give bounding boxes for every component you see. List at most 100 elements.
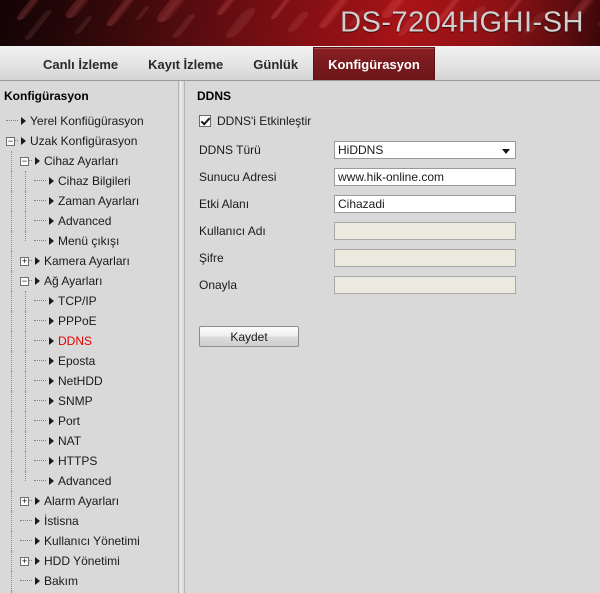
tree-node[interactable]: Advanced [0,471,178,491]
tab-4[interactable]: Konfigürasyon [313,47,435,80]
tree-node-label[interactable]: Advanced [58,214,111,228]
tab-2[interactable]: Kayıt İzleme [133,48,238,80]
expand-plus-icon[interactable]: + [20,556,29,566]
tree-node-label[interactable]: Cihaz Ayarları [44,154,118,168]
tree-node[interactable]: DDNS [0,331,178,351]
tree-node[interactable]: Eposta [0,351,178,371]
tree-guide-line [11,311,12,331]
tree-node-label[interactable]: NAT [58,434,81,448]
collapse-minus-icon[interactable]: − [20,276,29,286]
tree-connector [34,440,46,442]
form-row: Kullanıcı Adı [193,221,600,241]
tree-connector [29,260,32,262]
tree-connector [34,480,46,482]
ddns-type-select[interactable] [334,141,516,159]
tree-node-label[interactable]: HDD Yönetimi [44,554,120,568]
tree-node-label[interactable]: İstisna [44,514,79,528]
tree-node[interactable]: NAT [0,431,178,451]
tree-connector [34,220,46,222]
tree-node[interactable]: SNMP [0,391,178,411]
collapse-minus-icon[interactable]: − [6,136,15,146]
tree-guide-line [25,411,26,431]
tree-connector [15,140,18,142]
tree-connector [34,340,46,342]
tree-bullet-icon [49,337,54,346]
enable-ddns-checkbox[interactable] [199,115,211,127]
tree-bullet-icon [49,297,54,306]
tree-node-label[interactable]: Port [58,414,80,428]
expand-plus-icon[interactable]: + [20,496,29,506]
tab-1[interactable]: Canlı İzleme [28,48,133,80]
tree-node-label[interactable]: Cihaz Bilgileri [58,174,131,188]
tree-node[interactable]: Kullanıcı Yönetimi [0,531,178,551]
main-tab-bar: Canlı İzleme Kayıt İzleme Günlük Konfigüras… [0,46,600,81]
tab-label: Canlı İzleme [43,57,119,72]
tree-connector [34,400,46,402]
tree-node-label[interactable]: Menü çıkışı [58,234,119,248]
tree-node[interactable]: Cihaz Bilgileri [0,171,178,191]
tree-node[interactable]: Bakım [0,571,178,591]
tree-guide-line [11,331,12,351]
tree-node[interactable]: İstisna [0,511,178,531]
tree-connector [34,320,46,322]
tree-node[interactable]: Zaman Ayarları [0,191,178,211]
field-label: Şifre [199,251,224,265]
tree-guide-line [11,531,12,551]
tree-guide-line [11,291,12,311]
tree-node[interactable]: Menü çıkışı [0,231,178,251]
tree-node[interactable]: HTTPS [0,451,178,471]
tree-node[interactable]: NetHDD [0,371,178,391]
collapse-minus-icon[interactable]: − [20,156,29,166]
tree-bullet-icon [49,177,54,186]
tree-node[interactable]: Port [0,411,178,431]
tree-node-label[interactable]: Ağ Ayarları [44,274,102,288]
tree-bullet-icon [35,257,40,266]
tree-node[interactable]: − Cihaz Ayarları [0,151,178,171]
ddns-type-select-value[interactable] [334,141,516,159]
tree-node-label[interactable]: Bakım [44,574,78,588]
tree-node[interactable]: TCP/IP [0,291,178,311]
tree-node[interactable]: Advanced [0,211,178,231]
tree-node[interactable]: − Ağ Ayarları [0,271,178,291]
content-area: Konfigürasyon Yerel Konfiügürasyon − Uzak … [0,81,600,593]
tree-node-label[interactable]: PPPoE [58,314,97,328]
tab-3[interactable]: Günlük [238,48,313,80]
tree-bullet-icon [49,357,54,366]
field-input[interactable] [334,168,516,186]
tree-guide-line [25,471,26,481]
tree-node-label[interactable]: Alarm Ayarları [44,494,119,508]
tree-node-label[interactable]: Kullanıcı Yönetimi [44,534,140,548]
enable-ddns-label[interactable]: DDNS'i Etkinleştir [217,114,311,128]
save-button[interactable]: Kaydet [199,326,299,347]
enable-ddns-row: DDNS'i Etkinleştir [199,114,600,128]
tree-node[interactable]: + Alarm Ayarları [0,491,178,511]
expand-plus-icon[interactable]: + [20,256,29,266]
tree-node-label[interactable]: Zaman Ayarları [58,194,139,208]
tree-node-label[interactable]: Kamera Ayarları [44,254,130,268]
field-input[interactable] [334,195,516,213]
tree-connector [20,580,32,582]
tree-bullet-icon [49,437,54,446]
tree-node-label[interactable]: NetHDD [58,374,103,388]
tree-node-label[interactable]: Advanced [58,474,111,488]
tree-node-label[interactable]: Eposta [58,354,95,368]
tree-node[interactable]: − Uzak Konfigürasyon [0,131,178,151]
tree-bullet-icon [49,237,54,246]
tree-node[interactable]: + HDD Yönetimi [0,551,178,571]
tree-node-label[interactable]: SNMP [58,394,93,408]
tree-node[interactable]: + Kamera Ayarları [0,251,178,271]
tree-guide-line [25,431,26,451]
tree-bullet-icon [35,577,40,586]
tree-node-label[interactable]: HTTPS [58,454,97,468]
tree-node[interactable]: PPPoE [0,311,178,331]
app-header-banner: DS-7204HGHI-SH [0,0,600,46]
tree-node-label[interactable]: TCP/IP [58,294,97,308]
tree-node-label[interactable]: Yerel Konfiügürasyon [30,114,144,128]
tree-guide-line [25,391,26,411]
tree-connector [20,520,32,522]
tree-node-label[interactable]: Uzak Konfigürasyon [30,134,137,148]
tree-node[interactable]: Yerel Konfiügürasyon [0,111,178,131]
tree-guide-line [11,411,12,431]
sidebar-splitter[interactable] [178,81,185,593]
tree-node-label[interactable]: DDNS [58,334,92,348]
